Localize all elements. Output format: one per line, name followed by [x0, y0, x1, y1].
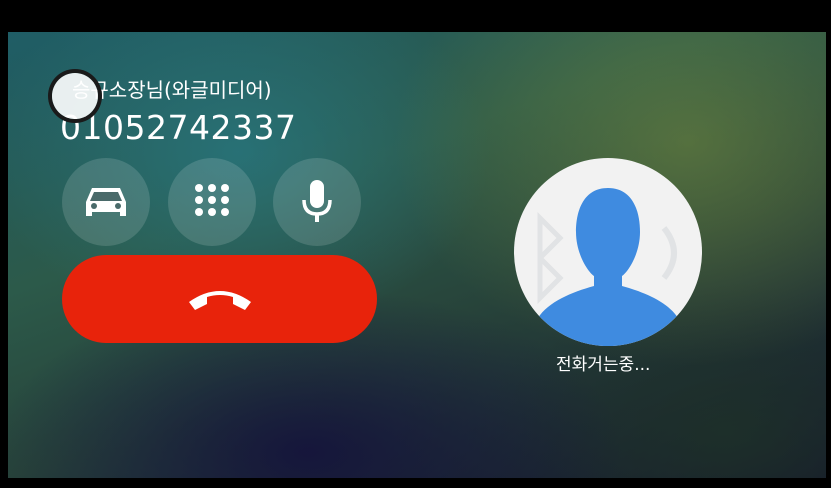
in-call-screen: 승규소장님(와글미디어) 01052742337 전화거는중... [0, 0, 831, 488]
screen-edge-left [0, 32, 8, 488]
mute-button[interactable] [273, 158, 361, 246]
caller-number: 01052742337 [60, 108, 297, 147]
contact-avatar [514, 158, 702, 346]
person-icon [537, 188, 678, 346]
keypad-icon [195, 184, 229, 216]
end-call-icon [188, 291, 251, 310]
end-call-button[interactable] [62, 255, 377, 343]
car-icon [86, 188, 126, 216]
caller-name: 승규소장님(와글미디어) [72, 78, 272, 102]
navigation-bar [0, 478, 831, 488]
status-bar [0, 0, 831, 32]
keypad-button[interactable] [168, 158, 256, 246]
car-mode-button[interactable] [62, 158, 150, 246]
microphone-icon [302, 180, 332, 222]
call-status: 전화거는중... [556, 355, 651, 375]
touch-indicator [52, 73, 98, 119]
